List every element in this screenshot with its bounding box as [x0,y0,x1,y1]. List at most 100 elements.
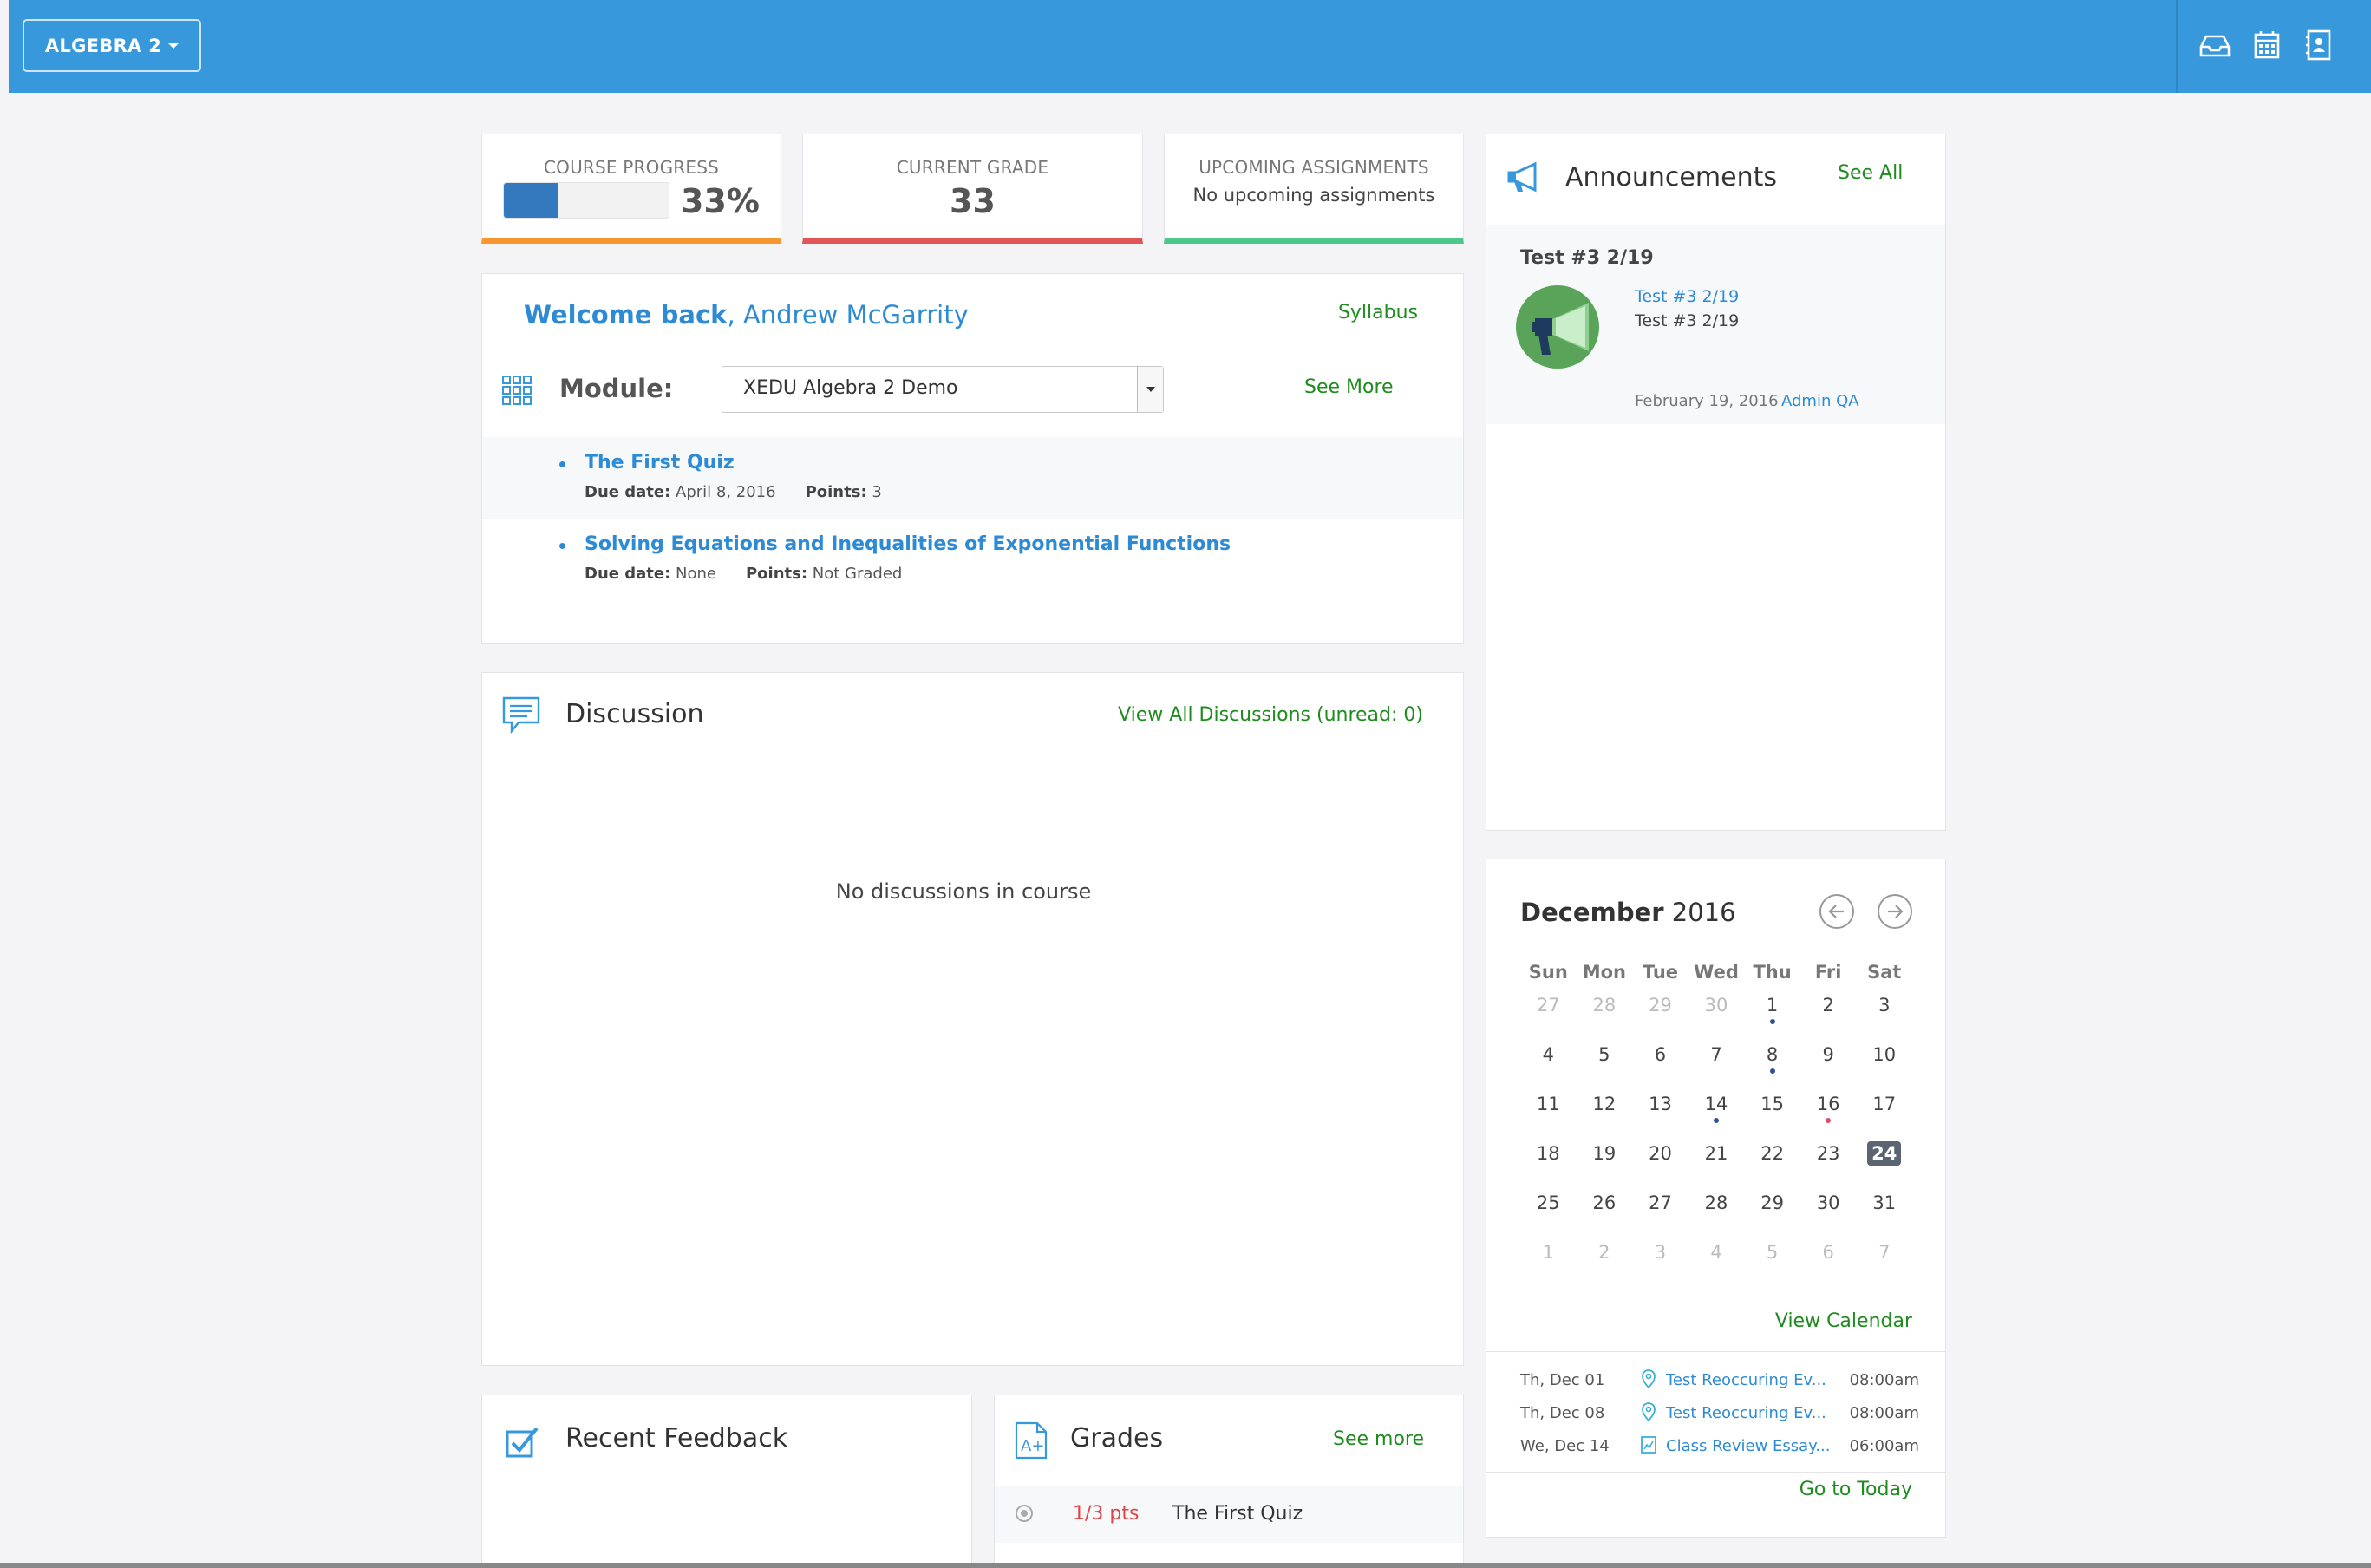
inbox-icon[interactable] [2198,29,2232,61]
assignment-item: The First Quiz Due date: April 8, 2016 Po… [482,437,1463,519]
course-selector-button[interactable]: ALGEBRA 2 [23,19,201,72]
syllabus-link[interactable]: Syllabus [1338,302,1418,323]
announcements-see-all-link[interactable]: See All [1838,162,1903,184]
upcoming-assignments-text: No upcoming assignments [1192,185,1435,206]
calendar-day[interactable]: 27 [1520,993,1577,1042]
calendar-event[interactable]: We, Dec 14 Class Review Essay... 06:00am [1520,1432,1919,1465]
calendar-day[interactable]: 15 [1744,1092,1800,1141]
grades-see-more-link[interactable]: See more [1333,1428,1424,1450]
calendar-week-row: 18 19 20 21 22 23 24 [1520,1141,1912,1191]
calendar-day[interactable]: 17 [1856,1092,1912,1141]
calendar-day[interactable]: 14 [1688,1092,1745,1141]
calendar-day-number: 28 [1592,995,1617,1016]
calendar-day[interactable]: 12 [1577,1092,1633,1141]
welcome-user-name: , Andrew McGarrity [727,300,969,330]
calendar-day[interactable]: 6 [1632,1042,1688,1092]
calendar-event[interactable]: Th, Dec 01 Test Reoccuring Ev... 08:00am [1520,1366,1919,1399]
event-dot-icon [1769,1068,1775,1074]
go-to-today-link[interactable]: Go to Today [1799,1479,1912,1500]
calendar-day[interactable]: 5 [1577,1042,1633,1092]
calendar-next-button[interactable] [1878,894,1912,929]
calendar-day-number: 10 [1872,1044,1897,1065]
calendar-day[interactable]: 30 [1688,993,1745,1042]
module-select[interactable]: XEDU Algebra 2 Demo [722,366,1164,413]
calendar-day[interactable]: 3 [1632,1240,1688,1290]
calendar-day-number: 18 [1536,1143,1560,1164]
calendar-day[interactable]: 28 [1688,1191,1745,1240]
calendar-day-number: 27 [1649,1192,1672,1213]
calendar-day[interactable]: 31 [1856,1191,1912,1240]
current-grade-title: CURRENT GRADE [896,157,1049,178]
calendar-day[interactable]: 27 [1632,1191,1688,1240]
calendar-icon[interactable] [2250,29,2284,61]
calendar-day[interactable]: 22 [1744,1141,1800,1191]
calendar-day[interactable]: 26 [1577,1191,1633,1240]
calendar-day-number: 30 [1704,995,1728,1016]
calendar-day[interactable]: 30 [1800,1191,1857,1240]
calendar-day[interactable]: 4 [1688,1240,1745,1290]
select-arrow-icon[interactable] [1137,367,1163,412]
calendar-day[interactable]: 1 [1744,993,1800,1042]
see-more-link[interactable]: See More [1304,376,1394,398]
calendar-day[interactable]: 23 [1800,1141,1857,1191]
announcement-item: Test #3 2/19 Test #3 2/19 Test #3 2/19 F… [1486,225,1945,424]
no-discussions-message: No discussions in course [835,879,1092,904]
calendar-day[interactable]: 5 [1744,1240,1800,1290]
calendar-day[interactable]: 9 [1800,1042,1857,1092]
recent-feedback-card: Recent Feedback [481,1395,972,1568]
calendar-day[interactable]: 8 [1744,1042,1800,1092]
course-progress-value: 33% [681,182,760,220]
event-dot-icon [1714,1118,1720,1123]
calendar-day[interactable]: 19 [1577,1141,1633,1191]
calendar-day[interactable]: 25 [1520,1191,1577,1240]
calendar-week-row: 1 2 3 4 5 6 7 [1520,1240,1912,1290]
calendar-day[interactable]: 28 [1577,993,1633,1042]
module-select-value: XEDU Algebra 2 Demo [743,377,958,399]
calendar-day[interactable]: 7 [1688,1042,1745,1092]
calendar-day-number: 30 [1816,1192,1840,1213]
calendar-day[interactable]: 1 [1520,1240,1577,1290]
discussion-card: Discussion View All Discussions (unread:… [481,672,1464,1366]
radio-icon [1016,1505,1033,1522]
calendar-event[interactable]: Th, Dec 08 Test Reoccuring Ev... 08:00am [1520,1399,1919,1432]
calendar-day-today[interactable]: 24 [1856,1141,1912,1191]
announcement-link[interactable]: Test #3 2/19 [1635,287,1739,306]
calendar-day[interactable]: 18 [1520,1141,1577,1191]
calendar-day[interactable]: 29 [1744,1191,1800,1240]
weekday-label: Wed [1694,962,1739,983]
calendar-day-number: 17 [1872,1094,1897,1114]
weekday-label: Tue [1642,962,1679,983]
calendar-day[interactable]: 11 [1520,1092,1577,1141]
calendar-day-number: 15 [1760,1094,1784,1114]
calendar-day[interactable]: 7 [1856,1240,1912,1290]
assignment-title[interactable]: Solving Equations and Inequalities of Ex… [585,533,1231,555]
svg-text:A+: A+ [1021,1437,1044,1455]
welcome-greeting: Welcome back [524,300,728,330]
calendar-day[interactable]: 20 [1632,1141,1688,1191]
announcement-author-link[interactable]: Admin QA [1781,392,1859,410]
calendar-event-list: Th, Dec 01 Test Reoccuring Ev... 08:00am… [1520,1366,1919,1465]
announcement-date: February 19, 2016 [1635,392,1779,410]
calendar-day[interactable]: 2 [1577,1240,1633,1290]
weekday-label: Fri [1814,962,1842,983]
calendar-day-number: 21 [1704,1143,1728,1164]
grade-row[interactable]: 1/3 pts The First Quiz [995,1486,1463,1543]
calendar-day[interactable]: 2 [1800,993,1857,1042]
arrow-left-icon [1828,905,1844,918]
calendar-day[interactable]: 10 [1856,1042,1912,1092]
address-book-icon[interactable] [2302,29,2336,61]
calendar-day[interactable]: 13 [1632,1092,1688,1141]
calendar-day-number: 4 [1542,1044,1554,1065]
module-label: Module: [559,374,674,403]
view-calendar-link[interactable]: View Calendar [1775,1310,1912,1332]
calendar-day[interactable]: 29 [1632,993,1688,1042]
calendar-day[interactable]: 16 [1800,1092,1857,1141]
calendar-day[interactable]: 6 [1800,1240,1857,1290]
calendar-day[interactable]: 3 [1856,993,1912,1042]
location-pin-icon [1642,1369,1656,1388]
calendar-day[interactable]: 21 [1688,1141,1745,1191]
assignment-title[interactable]: The First Quiz [585,452,735,474]
calendar-day[interactable]: 4 [1520,1042,1577,1092]
view-all-discussions-link[interactable]: View All Discussions (unread: 0) [1118,704,1423,726]
calendar-prev-button[interactable] [1819,894,1854,929]
